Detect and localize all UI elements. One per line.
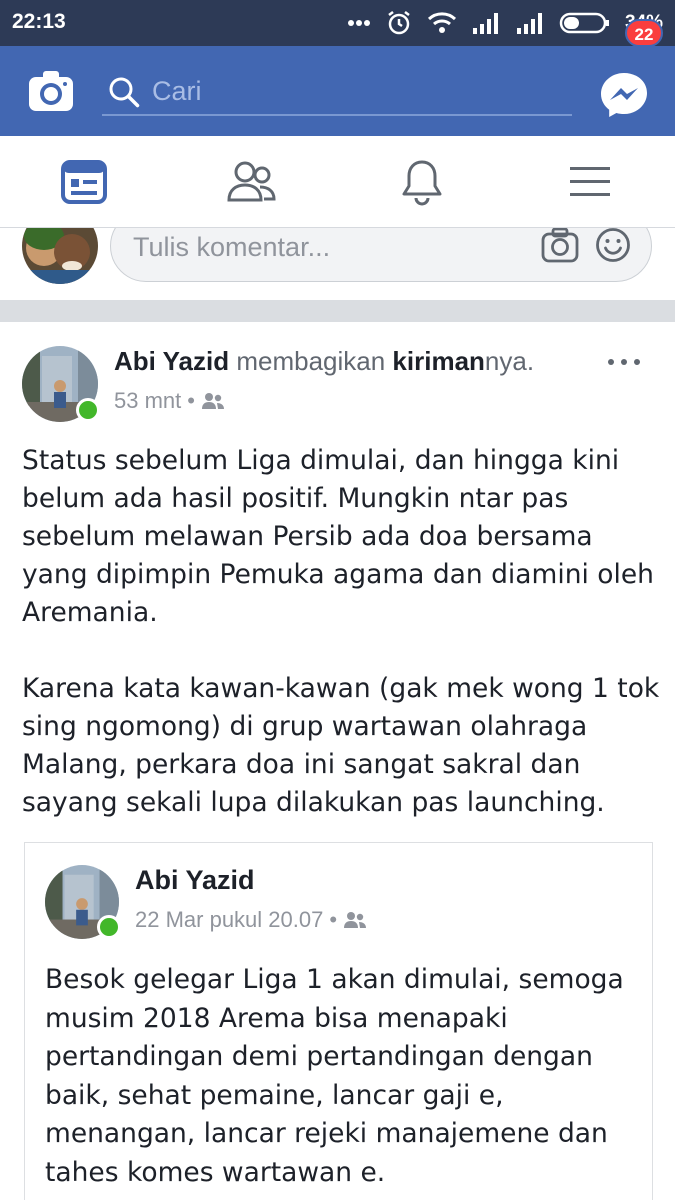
post-meta: 53 mnt •	[114, 388, 225, 414]
post-object-suffix: nya.	[484, 346, 535, 376]
tab-friends[interactable]	[222, 154, 282, 210]
comment-box[interactable]	[110, 228, 652, 282]
camera-button[interactable]	[28, 70, 74, 112]
friends-audience-icon	[201, 393, 224, 409]
post-options-button[interactable]	[604, 348, 644, 376]
status-icons: 34%	[347, 8, 663, 38]
post-action: membagikan	[229, 346, 393, 376]
search-bar[interactable]	[102, 68, 572, 116]
shared-post-author[interactable]: Abi Yazid	[135, 865, 255, 896]
feed-divider	[0, 300, 675, 322]
camera-icon	[29, 71, 73, 111]
alarm-icon	[388, 11, 410, 35]
meta-separator: •	[329, 907, 338, 932]
tab-notifications[interactable]	[392, 154, 452, 210]
post-time[interactable]: 53 mnt	[114, 388, 181, 414]
hamburger-icon	[570, 167, 610, 196]
shared-post-time[interactable]: 22 Mar pukul 20.07	[135, 907, 323, 933]
battery-icon	[559, 12, 609, 34]
meta-separator: •	[187, 388, 195, 413]
camera-icon[interactable]	[541, 228, 579, 263]
friends-audience-icon	[344, 912, 367, 928]
shared-post-body: Besok gelegar Liga 1 akan dimulai, semog…	[45, 964, 624, 1188]
emoji-icon[interactable]	[595, 228, 631, 263]
post-object-link[interactable]: kiriman	[392, 346, 485, 376]
news-feed-icon	[61, 160, 107, 204]
post-body: Status sebelum Liga dimulai, dan hingga …	[22, 442, 662, 860]
status-bar: 22:13 34%	[0, 0, 675, 46]
feed-post: Abi Yazid membagikan kirimannya. 53 mnt …	[0, 322, 675, 1200]
shared-post-meta: 22 Mar pukul 20.07 •	[135, 907, 367, 933]
shared-post[interactable]: Abi Yazid 22 Mar pukul 20.07 • Besok gel…	[24, 842, 653, 1200]
comment-input[interactable]	[133, 229, 533, 265]
search-input[interactable]	[152, 72, 552, 110]
online-status-dot	[76, 398, 100, 422]
online-status-dot	[97, 915, 121, 939]
post-author[interactable]: Abi Yazid	[114, 346, 229, 376]
messenger-badge: 22	[625, 19, 663, 47]
post-paragraph: Karena kata kawan-kawan (gak mek wong 1 …	[22, 673, 660, 818]
avatar	[22, 228, 98, 284]
signal-icon	[472, 13, 498, 34]
top-bar	[0, 46, 675, 136]
post-header: Abi Yazid membagikan kirimannya.	[114, 346, 534, 377]
search-icon	[109, 77, 140, 108]
tab-bar	[0, 136, 675, 228]
friends-icon	[227, 161, 276, 202]
messenger-button[interactable]	[598, 70, 650, 118]
comment-composer	[0, 228, 675, 300]
status-time: 22:13	[12, 10, 66, 33]
bell-icon	[402, 160, 442, 206]
messenger-icon	[601, 73, 647, 117]
signal-icon-2	[516, 13, 542, 34]
more-dots-icon	[347, 20, 370, 26]
tab-news-feed[interactable]	[54, 154, 114, 210]
tab-menu[interactable]	[560, 154, 620, 210]
post-paragraph: Status sebelum Liga dimulai, dan hingga …	[22, 445, 654, 628]
wifi-icon	[427, 12, 456, 33]
